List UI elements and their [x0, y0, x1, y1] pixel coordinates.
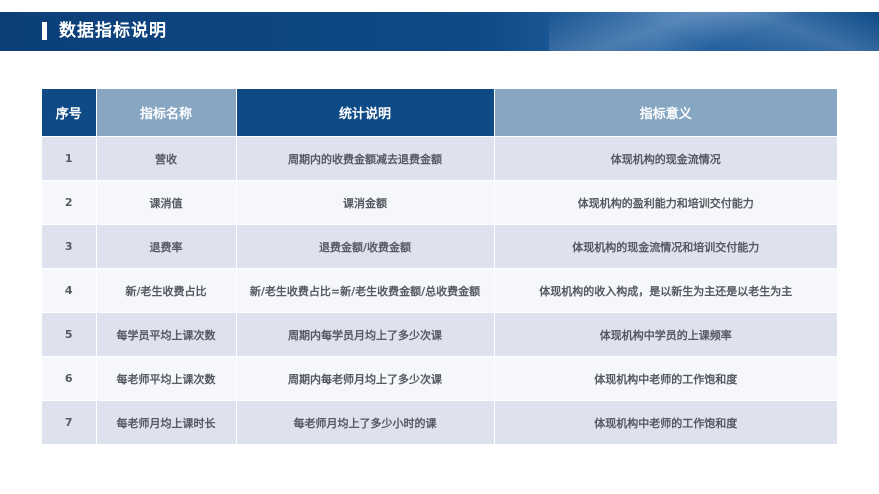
table-row: 4 新/老生收费占比 新/老生收费占比=新/老生收费金额/总收费金额 体现机构的… [42, 268, 837, 313]
table-row: 3 退费率 退费金额/收费金额 体现机构的现金流情况和培训交付能力 [42, 224, 837, 269]
section-header: 数据指标说明 [0, 12, 879, 51]
cell-meaning: 体现机构中学员的上课频率 [494, 312, 837, 357]
cell-calc: 退费金额/收费金额 [236, 224, 495, 269]
column-header-calc: 统计说明 [236, 89, 495, 137]
table-row: 7 每老师月均上课时长 每老师月均上了多少小时的课 体现机构中老师的工作饱和度 [42, 400, 837, 444]
table-row: 1 营收 周期内的收费金额减去退费金额 体现机构的现金流情况 [42, 136, 837, 181]
cell-meaning: 体现机构的盈利能力和培训交付能力 [494, 180, 837, 225]
cell-calc: 周期内每老师月均上了多少次课 [236, 356, 495, 401]
table-row: 6 每老师平均上课次数 周期内每老师月均上了多少次课 体现机构中老师的工作饱和度 [42, 356, 837, 401]
cell-meaning: 体现机构的现金流情况和培训交付能力 [494, 224, 837, 269]
cell-name: 每老师月均上课时长 [96, 400, 237, 444]
cell-meaning: 体现机构的现金流情况 [494, 136, 837, 181]
header-decoration [549, 12, 879, 51]
cell-name: 课消值 [96, 180, 237, 225]
cell-name: 每学员平均上课次数 [96, 312, 237, 357]
cell-calc: 课消金额 [236, 180, 495, 225]
cell-calc: 周期内每学员月均上了多少次课 [236, 312, 495, 357]
column-header-index: 序号 [42, 89, 97, 137]
cell-index: 3 [42, 224, 97, 269]
cell-name: 退费率 [96, 224, 237, 269]
table-row: 2 课消值 课消金额 体现机构的盈利能力和培训交付能力 [42, 180, 837, 225]
metrics-table: 序号 指标名称 统计说明 指标意义 1 营收 周期内的收费金额减去退费金额 体现… [42, 89, 837, 444]
table-row: 5 每学员平均上课次数 周期内每学员月均上了多少次课 体现机构中学员的上课频率 [42, 312, 837, 357]
header-accent-bar [42, 22, 47, 40]
cell-index: 4 [42, 268, 97, 313]
page-title: 数据指标说明 [59, 21, 167, 41]
column-header-name: 指标名称 [96, 89, 237, 137]
cell-index: 1 [42, 136, 97, 181]
cell-calc: 周期内的收费金额减去退费金额 [236, 136, 495, 181]
cell-meaning: 体现机构的收入构成，是以新生为主还是以老生为主 [494, 268, 837, 313]
cell-name: 新/老生收费占比 [96, 268, 237, 313]
table-header-row: 序号 指标名称 统计说明 指标意义 [42, 89, 837, 137]
cell-index: 7 [42, 400, 97, 444]
column-header-meaning: 指标意义 [494, 89, 837, 137]
cell-name: 每老师平均上课次数 [96, 356, 237, 401]
cell-index: 6 [42, 356, 97, 401]
cell-name: 营收 [96, 136, 237, 181]
cell-index: 2 [42, 180, 97, 225]
cell-meaning: 体现机构中老师的工作饱和度 [494, 400, 837, 444]
cell-calc: 每老师月均上了多少小时的课 [236, 400, 495, 444]
cell-index: 5 [42, 312, 97, 357]
cell-calc: 新/老生收费占比=新/老生收费金额/总收费金额 [236, 268, 495, 313]
cell-meaning: 体现机构中老师的工作饱和度 [494, 356, 837, 401]
